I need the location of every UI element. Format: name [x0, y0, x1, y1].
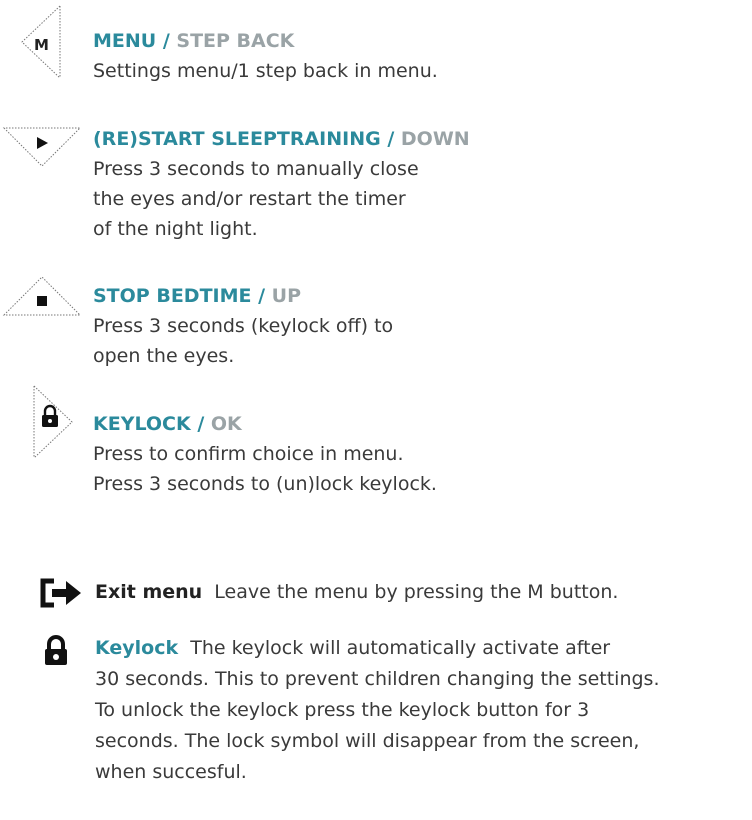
keylock-description-line: Press 3 seconds to (un)lock keylock.: [93, 473, 437, 495]
keylock-note: Keylock The keylock will automatically a…: [95, 633, 660, 788]
keylock-ok-item: KEYLOCK / OK Press to confirm choice in …: [93, 410, 437, 499]
stop-bedtime-item: STOP BEDTIME / UP Press 3 seconds (keylo…: [93, 282, 393, 371]
restart-description-line: of the night light.: [93, 218, 258, 240]
stop-bedtime-description-line: open the eyes.: [93, 345, 235, 367]
restart-title: (RE)START SLEEPTRAINING / DOWN: [93, 128, 470, 150]
lock-ok-button-icon: [32, 384, 76, 460]
exit-menu-lead: Exit menu: [95, 581, 203, 603]
stop-bedtime-description-line: Press 3 seconds (keylock off) to: [93, 315, 394, 337]
menu-title: MENU / STEP BACK: [93, 30, 295, 52]
stop-up-button-icon: [2, 273, 82, 317]
menu-step-back-item: MENU / STEP BACK Settings menu/1 step ba…: [93, 27, 438, 86]
exit-icon: [40, 578, 84, 608]
exit-menu-note: Exit menu Leave the menu by pressing the…: [95, 577, 618, 608]
keylock-note-line: when succesful.: [95, 761, 247, 783]
keylock-note-line: seconds. The lock symbol will disappear …: [95, 730, 640, 752]
restart-description-line: the eyes and/or restart the timer: [93, 188, 406, 210]
keylock-description-line: Press to confirm choice in menu.: [93, 443, 404, 465]
keylock-note-line: Keylock The keylock will automatically a…: [95, 637, 611, 659]
exit-menu-text: Leave the menu by pressing the M button.: [214, 581, 619, 603]
play-down-button-icon: [2, 126, 82, 170]
keylock-lead: Keylock: [95, 637, 179, 659]
menu-description-line: Settings menu/1 step back in menu.: [93, 60, 438, 82]
m-button-icon: M: [20, 4, 66, 80]
keylock-title: KEYLOCK / OK: [93, 413, 242, 435]
restart-description-line: Press 3 seconds to manually close: [93, 158, 419, 180]
svg-text:M: M: [34, 36, 49, 54]
keylock-note-line: 30 seconds. This to prevent children cha…: [95, 668, 660, 690]
lock-icon: [43, 635, 69, 666]
stop-bedtime-title: STOP BEDTIME / UP: [93, 285, 302, 307]
keylock-note-line: To unlock the keylock press the keylock …: [95, 699, 590, 721]
restart-sleeptraining-item: (RE)START SLEEPTRAINING / DOWN Press 3 s…: [93, 125, 470, 244]
